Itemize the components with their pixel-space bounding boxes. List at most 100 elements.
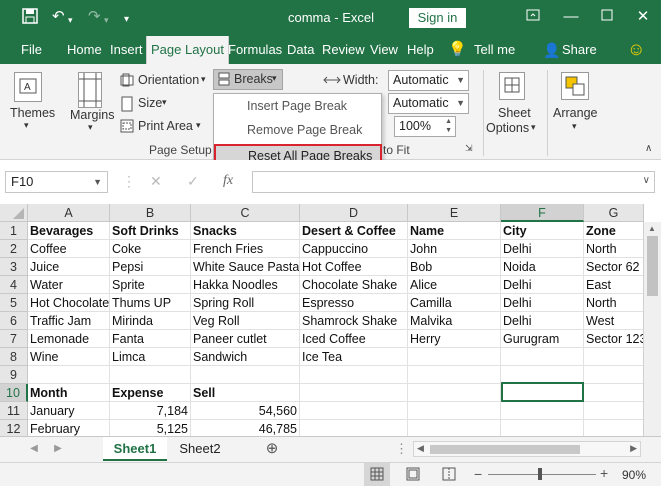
lightbulb-icon[interactable]: 💡 xyxy=(448,36,467,64)
orientation-button[interactable]: Orientation xyxy=(138,73,199,87)
grid-cell[interactable]: Iced Coffee xyxy=(300,330,408,348)
grid-cell[interactable]: Name xyxy=(408,222,501,240)
sign-in-button[interactable]: Sign in xyxy=(409,8,466,28)
grid-cell[interactable]: Bob xyxy=(408,258,501,276)
margins-dropdown-icon[interactable]: ▾ xyxy=(88,122,93,133)
minimize-icon[interactable]: — xyxy=(556,6,586,28)
grid-cell[interactable]: Limca xyxy=(110,348,191,366)
grid-cell[interactable]: Delhi xyxy=(501,312,584,330)
share-person-icon[interactable]: 👤 xyxy=(543,36,560,64)
grid-cell[interactable]: Sector 123 xyxy=(584,330,644,348)
tab-formulas[interactable]: Formulas xyxy=(228,36,282,64)
grid-cell[interactable]: Noida xyxy=(501,258,584,276)
new-sheet-icon[interactable]: ⊕ xyxy=(262,437,282,461)
active-cell-f10[interactable] xyxy=(501,382,584,402)
grid-cell[interactable]: 46,785 xyxy=(191,420,300,436)
arrange-button[interactable]: Arrange xyxy=(553,106,597,120)
grid-cell[interactable]: Spring Roll xyxy=(191,294,300,312)
grid-cell[interactable]: West xyxy=(584,312,644,330)
row-header[interactable]: 1 xyxy=(0,222,28,240)
grid-cell[interactable] xyxy=(584,384,644,402)
grid-cell[interactable]: Cappuccino xyxy=(300,240,408,258)
grid-cell[interactable] xyxy=(408,366,501,384)
grid-cell[interactable]: Mirinda xyxy=(110,312,191,330)
normal-view-icon[interactable] xyxy=(364,463,390,486)
sheet-tab-sheet1[interactable]: Sheet1 xyxy=(103,437,167,461)
save-icon[interactable] xyxy=(22,8,38,29)
scale-dialog-launcher-icon[interactable]: ⇲ xyxy=(465,143,473,154)
grid-cell[interactable]: February xyxy=(28,420,110,436)
grid-cell[interactable]: Camilla xyxy=(408,294,501,312)
margins-button[interactable]: Margins xyxy=(70,108,114,122)
smiley-feedback-icon[interactable]: ☺ xyxy=(627,35,645,63)
row-header[interactable]: 7 xyxy=(0,330,28,348)
grid-cell[interactable]: Veg Roll xyxy=(191,312,300,330)
grid-cell[interactable]: Alice xyxy=(408,276,501,294)
print-area-icon[interactable] xyxy=(120,119,134,136)
insert-page-break-item[interactable]: Insert Page Break xyxy=(247,99,347,113)
close-icon[interactable]: ✕ xyxy=(628,6,658,28)
tab-review[interactable]: Review xyxy=(322,36,365,64)
column-header[interactable]: G xyxy=(584,204,644,222)
zoom-out-icon[interactable]: − xyxy=(474,466,482,482)
sheet-options-dropdown-icon[interactable]: ▾ xyxy=(531,122,536,133)
grid-cell[interactable] xyxy=(300,384,408,402)
grid-cell[interactable]: Malvika xyxy=(408,312,501,330)
row-header[interactable]: 5 xyxy=(0,294,28,312)
page-break-preview-icon[interactable] xyxy=(436,463,462,486)
grid-cell[interactable] xyxy=(584,402,644,420)
grid-cell[interactable]: Ice Tea xyxy=(300,348,408,366)
grid-cell[interactable]: North xyxy=(584,240,644,258)
remove-page-break-item[interactable]: Remove Page Break xyxy=(247,123,362,137)
grid-cell[interactable]: Wine xyxy=(28,348,110,366)
enter-icon[interactable]: ✓ xyxy=(187,173,199,190)
expand-formula-icon[interactable]: ∨ xyxy=(643,175,650,186)
tell-me-search[interactable]: Tell me xyxy=(474,36,515,64)
width-select[interactable]: Automatic ▼ xyxy=(388,70,469,91)
grid-cell[interactable]: Expense xyxy=(110,384,191,402)
row-header[interactable]: 2 xyxy=(0,240,28,258)
grid-cell[interactable]: 5,125 xyxy=(110,420,191,436)
select-all-corner[interactable] xyxy=(0,204,28,222)
grid-cell[interactable]: Herry xyxy=(408,330,501,348)
grid-cell[interactable] xyxy=(300,366,408,384)
name-box[interactable]: F10 ▼ xyxy=(5,171,108,193)
scroll-left-icon[interactable]: ◀ xyxy=(417,443,424,454)
size-dropdown-icon[interactable]: ▾ xyxy=(162,97,167,108)
grid-cell[interactable] xyxy=(408,420,501,436)
grid-cell[interactable]: Month xyxy=(28,384,110,402)
tab-view[interactable]: View xyxy=(370,36,398,64)
grid-cell[interactable] xyxy=(501,348,584,366)
vertical-scroll-thumb[interactable] xyxy=(647,236,658,296)
grid-cell[interactable] xyxy=(584,366,644,384)
grid-cell[interactable] xyxy=(300,420,408,436)
row-header[interactable]: 8 xyxy=(0,348,28,366)
maximize-icon[interactable] xyxy=(592,6,622,28)
cancel-icon[interactable]: ✕ xyxy=(150,173,162,190)
grid-cell[interactable]: Hot Chocolate xyxy=(28,294,110,312)
grid-cell[interactable] xyxy=(191,366,300,384)
zoom-slider-thumb[interactable] xyxy=(538,468,542,480)
scroll-up-icon[interactable]: ▲ xyxy=(648,224,656,233)
grid-cell[interactable]: Water xyxy=(28,276,110,294)
grid-cell[interactable]: Coke xyxy=(110,240,191,258)
grid-cell[interactable]: Thums UP xyxy=(110,294,191,312)
size-icon[interactable] xyxy=(120,96,134,115)
grid-cell[interactable] xyxy=(408,402,501,420)
margins-icon[interactable] xyxy=(78,72,102,108)
grid-cell[interactable]: Hot Coffee xyxy=(300,258,408,276)
zoom-slider[interactable] xyxy=(488,474,596,475)
vertical-scrollbar[interactable]: ▲ xyxy=(643,222,661,436)
scale-spinner-icon[interactable]: ▲ ▼ xyxy=(445,117,452,135)
grid-cell[interactable] xyxy=(408,348,501,366)
grid-cell[interactable]: Lemonade xyxy=(28,330,110,348)
scroll-sheets-right-icon[interactable]: ▶ xyxy=(50,437,66,461)
grid-cell[interactable] xyxy=(408,384,501,402)
themes-dropdown-icon[interactable]: ▾ xyxy=(24,120,29,131)
orientation-dropdown-icon[interactable]: ▾ xyxy=(201,74,206,85)
grid-cell[interactable]: Fanta xyxy=(110,330,191,348)
formula-input[interactable]: ∨ xyxy=(252,171,655,193)
grid-cell[interactable]: White Sauce Pasta xyxy=(191,258,300,276)
size-button[interactable]: Size xyxy=(138,96,162,110)
grid-cell[interactable]: French Fries xyxy=(191,240,300,258)
